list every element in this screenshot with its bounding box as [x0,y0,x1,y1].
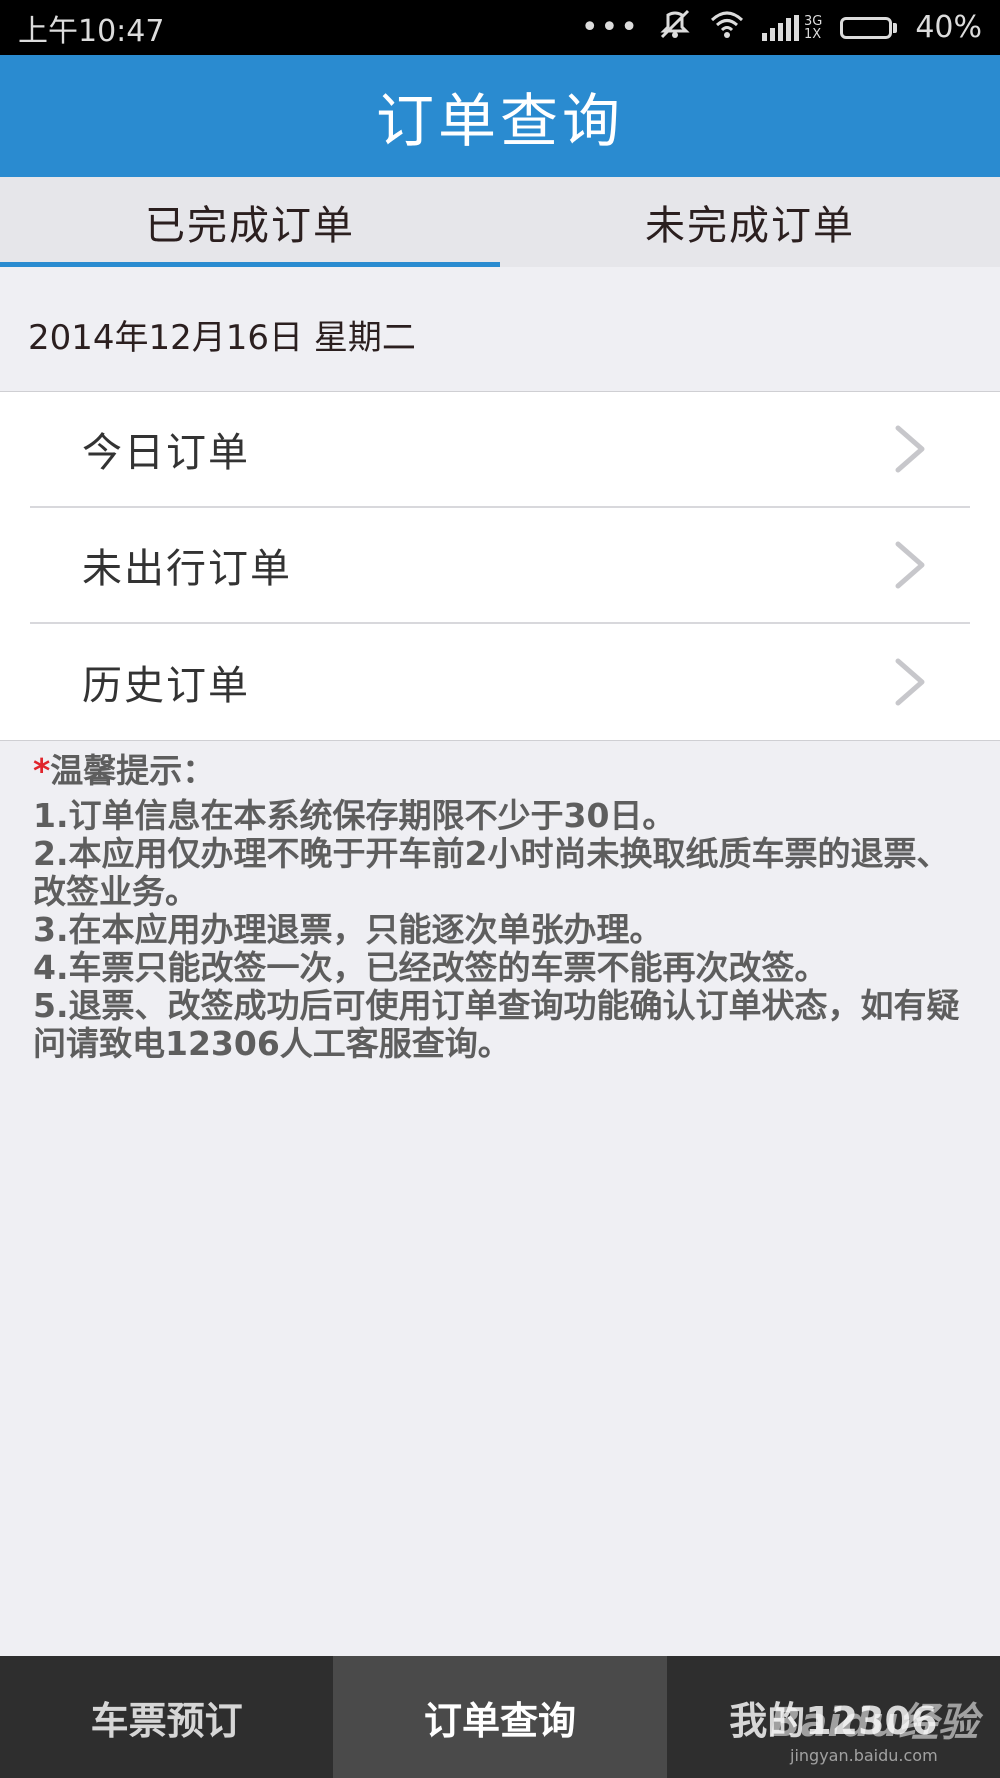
menu-item-history-orders[interactable]: 历史订单 [30,624,970,740]
current-date: 2014年12月16日 星期二 [28,318,416,358]
more-dots-icon: ••• [580,9,640,45]
menu-item-today-orders[interactable]: 今日订单 [30,392,970,508]
status-time: 上午10:47 [18,13,165,49]
status-bar: 上午10:47 ••• 3G 1X 40% [0,0,1000,55]
menu-item-label: 未出行订单 [82,546,292,592]
tip-line: 4.车票只能改签一次，已经改签的车票不能再次改签。 [33,948,828,987]
network-type: 3G 1X [803,13,823,42]
menu-item-label: 今日订单 [82,430,250,476]
chevron-right-icon [895,658,925,706]
wifi-icon [710,10,744,46]
chevron-right-icon [895,541,925,589]
tip-line: 5.退票、改签成功后可使用订单查询功能确认订单状态，如有疑问请致电12306人工… [33,986,960,1063]
tip-line: 2.本应用仅办理不晚于开车前2小时尚未换取纸质车票的退票、改签业务。 [33,834,950,911]
tab-incomplete-orders[interactable]: 未完成订单 [500,177,1000,267]
battery-percent: 40% [915,10,982,45]
menu-item-label: 历史订单 [82,663,250,709]
required-star: * [33,751,51,790]
app-header: 订单查询 [0,55,1000,177]
menu-item-untraveled-orders[interactable]: 未出行订单 [30,508,970,624]
order-tabs: 已完成订单 未完成订单 [0,177,1000,267]
signal-icon: 3G 1X [761,13,823,42]
nav-ticket-booking[interactable]: 车票预订 [0,1656,333,1778]
tips-section: *温馨提示： 1.订单信息在本系统保存期限不少于30日。 2.本应用仅办理不晚于… [33,752,973,1063]
bottom-nav: 车票预订 订单查询 我的12306 [0,1656,1000,1778]
tip-line: 3.在本应用办理退票，只能逐次单张办理。 [33,910,663,949]
tips-title: *温馨提示： [33,751,216,790]
nav-order-query[interactable]: 订单查询 [333,1656,667,1778]
tip-line: 1.订单信息在本系统保存期限不少于30日。 [33,796,676,835]
order-menu-list: 今日订单 未出行订单 历史订单 [0,391,1000,741]
mute-icon [658,9,692,47]
tab-completed-orders[interactable]: 已完成订单 [0,177,500,267]
page-title: 订单查询 [375,87,624,155]
chevron-right-icon [895,425,925,473]
battery-icon [840,16,898,39]
nav-my-12306[interactable]: 我的12306 [667,1656,1000,1778]
status-icons: ••• 3G 1X 40% [581,9,982,47]
tab-label: 未完成订单 [645,203,855,249]
tab-label: 已完成订单 [145,203,355,249]
